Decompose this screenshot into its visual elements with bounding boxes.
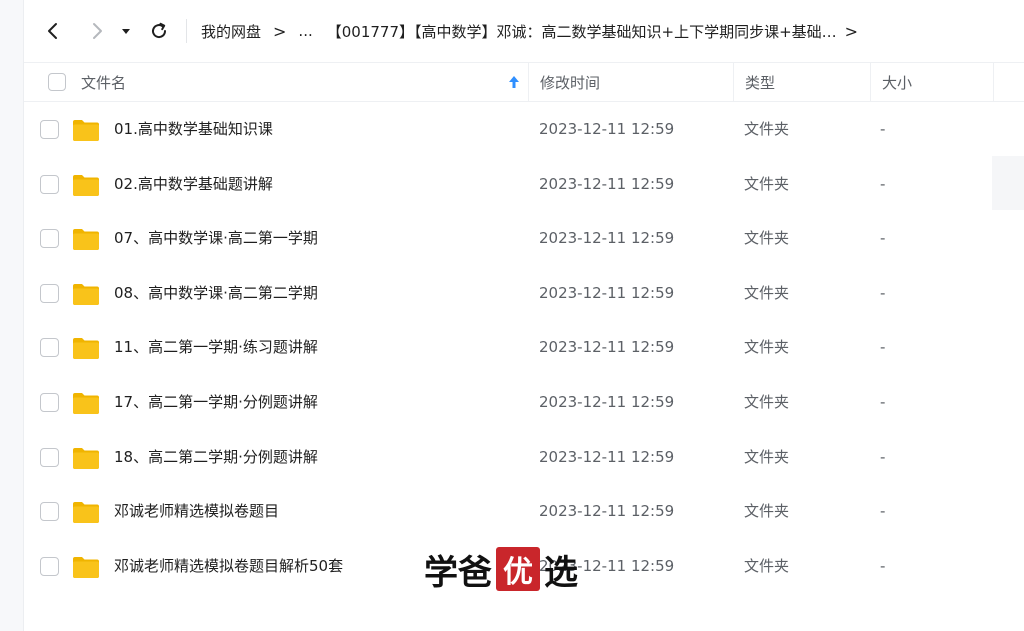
file-modified-time: 2023-12-11 12:59 [539,447,675,466]
file-name[interactable]: 11、高二第一学期·练习题讲解 [114,320,318,374]
select-all-checkbox[interactable] [48,73,66,91]
file-row[interactable]: 邓诚老师精选模拟卷题目 2023-12-11 12:59 文件夹 - [24,484,1024,539]
file-type: 文件夹 [744,338,790,357]
forward-button[interactable] [78,12,116,50]
toolbar-divider [186,19,187,43]
file-type: 文件夹 [744,502,790,521]
file-type: 文件夹 [744,392,790,411]
file-list-header: 文件名 修改时间 类型 大小 [24,62,1024,102]
file-row[interactable]: 17、高二第一学期·分例题讲解 2023-12-11 12:59 文件夹 - [24,375,1024,430]
file-size: - [880,120,886,138]
caret-down-icon [122,29,130,34]
refresh-button[interactable] [140,12,178,50]
file-size: - [880,174,886,193]
folder-icon [73,229,99,251]
file-modified-time: 2023-12-11 12:59 [539,229,675,248]
watermark-text-part1: 学爸 [424,552,492,593]
file-name[interactable]: 17、高二第一学期·分例题讲解 [114,375,318,429]
row-checkbox[interactable] [40,338,59,358]
row-checkbox[interactable] [40,447,59,467]
column-header-size[interactable]: 大小 [870,63,993,101]
folder-icon [73,120,99,141]
folder-icon [73,283,99,305]
history-dropdown-button[interactable] [116,12,136,50]
column-header-name-label: 文件名 [81,73,127,92]
file-name[interactable]: 08、高中数学课·高二第二学期 [114,266,318,320]
folder-icon [73,392,99,414]
column-header-name[interactable]: 文件名 [24,63,528,101]
row-checkbox[interactable] [40,502,59,522]
file-modified-time: 2023-12-11 12:59 [539,502,675,521]
column-header-type[interactable]: 类型 [733,63,870,101]
folder-icon [73,174,99,196]
chevron-right-icon [93,23,102,39]
file-modified-time: 2023-12-11 12:59 [539,283,675,302]
row-checkbox[interactable] [40,283,59,303]
side-panel-handle[interactable] [992,156,1024,210]
file-list: 01.高中数学基础知识课 2023-12-11 12:59 文件夹 -02.高中数学基… [24,102,1024,593]
folder-icon [73,447,99,469]
breadcrumb-more[interactable]: > [845,22,858,41]
file-size: - [880,392,886,411]
row-checkbox[interactable] [40,392,59,412]
file-type: 文件夹 [744,283,790,302]
row-checkbox[interactable] [40,120,59,139]
column-header-type-label: 类型 [745,73,776,92]
file-name[interactable]: 07、高中数学课·高二第一学期 [114,211,318,265]
toolbar: 我的网盘 > ... 【001777】【高中数学】邓诚：高二数学基础知识+上下学… [24,0,1024,62]
file-modified-time: 2023-12-11 12:59 [539,392,675,411]
file-name[interactable]: 02.高中数学基础题讲解 [114,157,273,211]
file-row[interactable]: 02.高中数学基础题讲解 2023-12-11 12:59 文件夹 - [24,157,1024,212]
file-row[interactable]: 07、高中数学课·高二第一学期 2023-12-11 12:59 文件夹 - [24,211,1024,266]
refresh-icon [152,22,167,39]
breadcrumb-current-folder[interactable]: 【001777】【高中数学】邓诚：高二数学基础知识+上下学期同步课+基础… [327,21,837,42]
watermark-seal: 优 [496,547,540,591]
folder-icon [73,338,99,360]
sort-arrow-up-icon[interactable] [508,75,520,89]
breadcrumb-separator: > [273,21,287,41]
file-size: - [880,447,886,466]
file-modified-time: 2023-12-11 12:59 [539,120,675,138]
back-button[interactable] [34,12,72,50]
file-modified-time: 2023-12-11 12:59 [539,338,675,357]
file-row[interactable]: 18、高二第二学期·分例题讲解 2023-12-11 12:59 文件夹 - [24,430,1024,485]
folder-icon [73,502,99,524]
file-row[interactable]: 08、高中数学课·高二第二学期 2023-12-11 12:59 文件夹 - [24,266,1024,321]
file-size: - [880,283,886,302]
column-header-modified-label: 修改时间 [540,73,601,92]
file-modified-time: 2023-12-11 12:59 [539,174,675,193]
watermark-text-part2: 选 [544,552,578,593]
file-size: - [880,556,886,575]
file-name[interactable]: 18、高二第二学期·分例题讲解 [114,430,318,484]
file-size: - [880,229,886,248]
breadcrumb-root[interactable]: 我的网盘 [201,21,261,42]
breadcrumb-ellipsis[interactable]: ... [298,22,312,40]
column-header-modified[interactable]: 修改时间 [528,63,733,101]
file-name[interactable]: 邓诚老师精选模拟卷题目解析50套 [114,539,343,593]
file-type: 文件夹 [744,556,790,575]
file-row[interactable]: 01.高中数学基础知识课 2023-12-11 12:59 文件夹 - [24,102,1024,157]
file-type: 文件夹 [744,447,790,466]
row-checkbox[interactable] [40,556,59,576]
file-name[interactable]: 邓诚老师精选模拟卷题目 [114,484,279,538]
row-checkbox[interactable] [40,174,59,194]
column-header-spacer [993,63,1024,101]
file-type: 文件夹 [744,120,790,138]
file-type: 文件夹 [744,229,790,248]
row-checkbox[interactable] [40,229,59,249]
file-type: 文件夹 [744,174,790,193]
folder-icon [73,556,99,578]
file-name[interactable]: 01.高中数学基础知识课 [114,102,273,156]
chevron-left-icon [48,23,57,39]
file-size: - [880,502,886,521]
watermark-logo: 学爸 优 选 [424,545,578,593]
file-size: - [880,338,886,357]
left-sidebar-strip [0,0,24,631]
column-header-size-label: 大小 [882,73,913,92]
file-row[interactable]: 11、高二第一学期·练习题讲解 2023-12-11 12:59 文件夹 - [24,320,1024,375]
